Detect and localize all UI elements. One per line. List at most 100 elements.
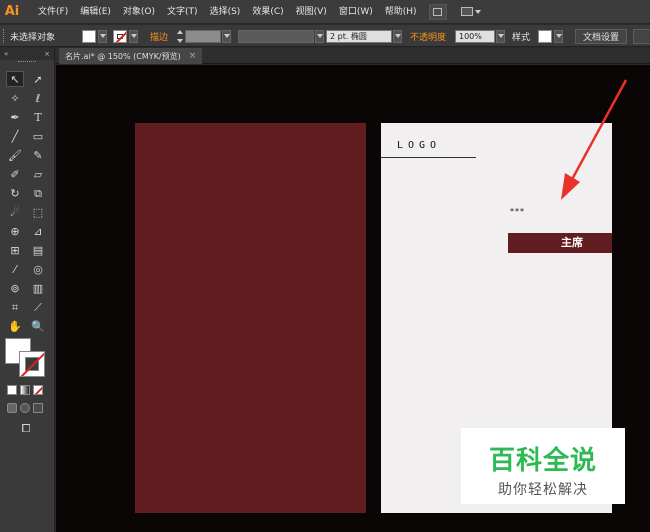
panel-grip[interactable] xyxy=(3,29,6,43)
lasso-tool[interactable]: ℓ xyxy=(29,90,47,106)
variable-width-field[interactable] xyxy=(238,29,314,43)
bridge-button[interactable] xyxy=(428,3,447,20)
fill-color-swatch[interactable] xyxy=(82,29,96,43)
paintbrush-tool[interactable]: 🖌 xyxy=(6,147,24,163)
fill-dropdown[interactable] xyxy=(98,29,107,43)
menu-object[interactable]: 对象(O) xyxy=(117,0,161,24)
tools-panel: « × ↖ ➚ ✧ ℓ ✒ T ╱ ▭ 🖌 ✎ ✐ ▱ ↻ ⧉ ☄ ⬚ ⊕ ⊿ … xyxy=(0,48,55,532)
artboard-card-front[interactable] xyxy=(135,123,366,513)
line-tool[interactable]: ╱ xyxy=(6,128,24,144)
arrow-down-icon xyxy=(176,38,183,43)
title-bar[interactable]: 主席 xyxy=(508,233,612,253)
draw-behind-button[interactable] xyxy=(20,403,30,413)
column-graph-tool[interactable]: ▥ xyxy=(29,280,47,296)
chevron-down-icon xyxy=(316,34,323,38)
pencil-tool[interactable]: ✎ xyxy=(29,147,47,163)
stroke-weight-stepper[interactable] xyxy=(175,29,184,43)
eraser-tool[interactable]: ▱ xyxy=(29,166,47,182)
blob-brush-icon: ✐ xyxy=(10,167,20,181)
shape-builder-tool[interactable]: ⊕ xyxy=(6,223,24,239)
arrange-documents-button[interactable] xyxy=(460,4,489,20)
watermark: 百科全说 助你轻松解决 xyxy=(461,428,625,504)
perspective-grid-tool[interactable]: ⊿ xyxy=(29,223,47,239)
menu-edit[interactable]: 编辑(E) xyxy=(74,0,117,24)
watermark-subtitle: 助你轻松解决 xyxy=(498,482,588,498)
graphic-style-swatch[interactable] xyxy=(538,29,552,43)
panel-grip[interactable] xyxy=(18,61,36,62)
collapse-icon[interactable]: « xyxy=(4,50,8,58)
scale-icon: ⧉ xyxy=(34,186,42,200)
warp-tool[interactable]: ☄ xyxy=(6,204,24,220)
opacity-label[interactable]: 不透明度 xyxy=(410,30,446,43)
brush-definition-field[interactable]: 2 pt. 椭圆 xyxy=(326,29,392,43)
document-tab[interactable]: 名片.ai* @ 150% (CMYK/预览) × xyxy=(59,48,203,64)
menu-select[interactable]: 选择(S) xyxy=(204,0,247,24)
stroke-swatch[interactable] xyxy=(19,351,45,377)
blob-brush-tool[interactable]: ✐ xyxy=(6,166,24,182)
logo-underline[interactable] xyxy=(381,157,476,158)
stroke-weight-dropdown[interactable] xyxy=(222,29,231,43)
rectangle-icon: ▭ xyxy=(32,129,44,143)
preferences-button[interactable] xyxy=(633,28,650,44)
type-tool[interactable]: T xyxy=(29,109,47,125)
logo-text[interactable]: LOGO xyxy=(397,140,441,151)
variable-width-dropdown[interactable] xyxy=(315,29,324,43)
gradient-tool[interactable]: ▤ xyxy=(29,242,47,258)
menu-view[interactable]: 视图(V) xyxy=(290,0,333,24)
title-text[interactable]: 主席 xyxy=(561,233,583,253)
menu-file[interactable]: 文件(F) xyxy=(32,0,74,24)
menu-window[interactable]: 窗口(W) xyxy=(333,0,379,24)
menu-effect[interactable]: 效果(C) xyxy=(246,0,289,24)
magic-wand-icon: ✧ xyxy=(10,91,20,105)
slice-tool[interactable]: ⟋ xyxy=(29,299,47,315)
rotate-tool[interactable]: ↻ xyxy=(6,185,24,201)
menu-bar: Ai 文件(F) 编辑(E) 对象(O) 文字(T) 选择(S) 效果(C) 视… xyxy=(0,0,650,24)
artboard-tool[interactable]: ⌗ xyxy=(6,299,24,315)
zoom-tool[interactable]: 🔍 xyxy=(29,318,47,334)
draw-inside-button[interactable] xyxy=(33,403,43,413)
scale-tool[interactable]: ⧉ xyxy=(29,185,47,201)
direct-selection-tool[interactable]: ➚ xyxy=(29,71,47,87)
stroke-weight-field[interactable] xyxy=(185,29,221,43)
none-mode-button[interactable] xyxy=(33,385,43,395)
symbol-sprayer-icon: ⊚ xyxy=(10,281,20,295)
zoom-icon: 🔍 xyxy=(31,319,45,333)
stroke-dropdown[interactable] xyxy=(129,29,138,43)
screen-mode-button[interactable]: ⧠ xyxy=(17,420,35,436)
close-icon[interactable]: × xyxy=(189,51,197,61)
gradient-mode-button[interactable] xyxy=(20,385,30,395)
opacity-field[interactable]: 100% xyxy=(455,29,495,43)
close-icon[interactable]: × xyxy=(44,50,50,58)
menu-type[interactable]: 文字(T) xyxy=(161,0,204,24)
mesh-tool[interactable]: ⊞ xyxy=(6,242,24,258)
eyedropper-icon: ⁄ xyxy=(14,262,16,276)
eyedropper-tool[interactable]: ⁄ xyxy=(6,261,24,277)
stroke-color-swatch[interactable] xyxy=(113,29,127,43)
symbol-sprayer-tool[interactable]: ⊚ xyxy=(6,280,24,296)
blend-tool[interactable]: ◎ xyxy=(29,261,47,277)
graphic-style-dropdown[interactable] xyxy=(554,29,563,43)
brush-definition-dropdown[interactable] xyxy=(393,29,402,43)
gradient-icon: ▤ xyxy=(32,243,44,257)
hand-tool[interactable]: ✋ xyxy=(6,318,24,334)
column-graph-icon: ▥ xyxy=(32,281,44,295)
chevron-down-icon xyxy=(394,34,401,38)
menu-help[interactable]: 帮助(H) xyxy=(379,0,423,24)
color-mode-button[interactable] xyxy=(7,385,17,395)
type-icon: T xyxy=(34,110,42,124)
slice-icon: ⟋ xyxy=(34,300,42,314)
rectangle-tool[interactable]: ▭ xyxy=(29,128,47,144)
document-setup-button[interactable]: 文档设置 xyxy=(575,28,628,44)
line-icon: ╱ xyxy=(11,129,19,143)
magic-wand-tool[interactable]: ✧ xyxy=(6,90,24,106)
opacity-dropdown[interactable] xyxy=(496,29,505,43)
name-placeholder[interactable]: *** xyxy=(510,207,525,216)
color-mode-buttons xyxy=(7,385,43,395)
free-transform-tool[interactable]: ⬚ xyxy=(29,204,47,220)
fill-stroke-control xyxy=(5,338,47,378)
tools-panel-header[interactable]: « × xyxy=(0,48,54,60)
stroke-label[interactable]: 描边 xyxy=(150,30,168,43)
draw-normal-button[interactable] xyxy=(7,403,17,413)
pen-tool[interactable]: ✒ xyxy=(6,109,24,125)
selection-tool[interactable]: ↖ xyxy=(6,71,24,87)
